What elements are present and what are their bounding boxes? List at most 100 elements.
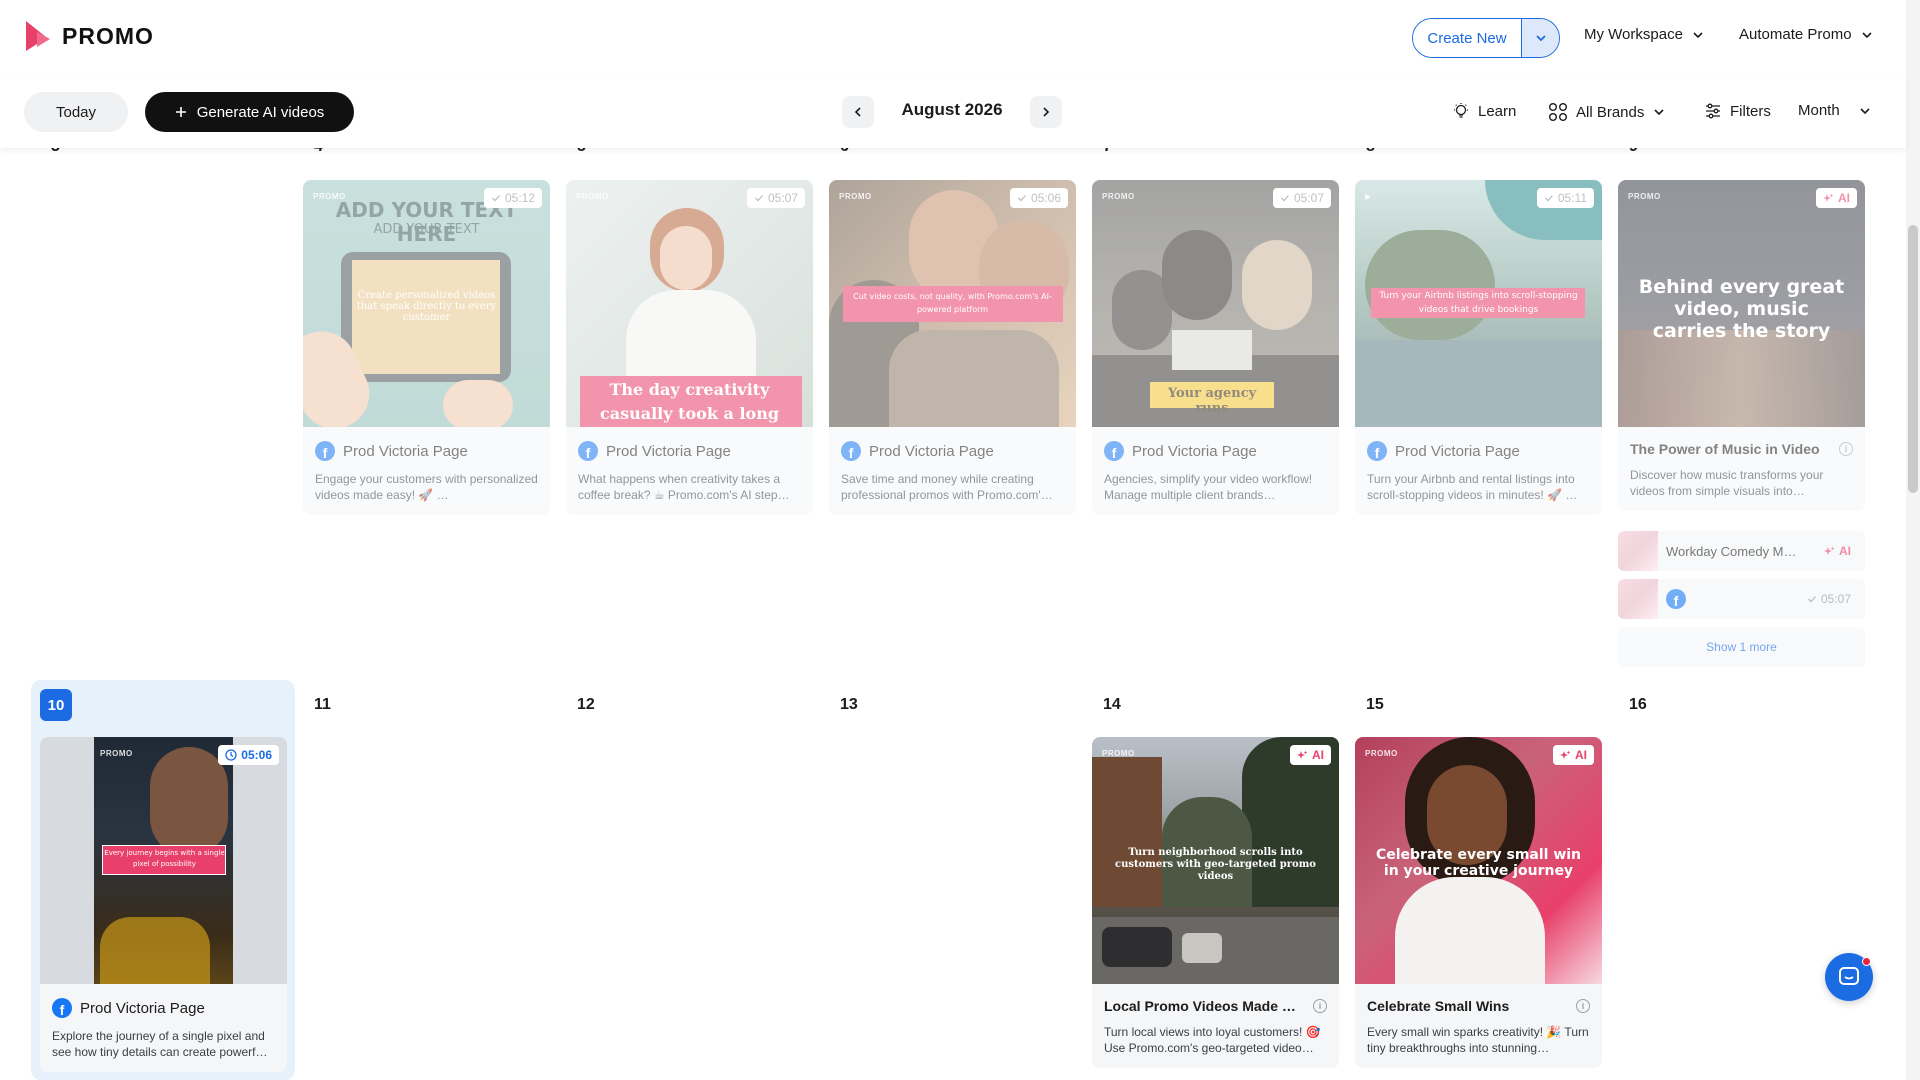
promo-watermark: ▶ [1365,192,1372,201]
previous-month-button[interactable] [842,96,874,128]
filters-label: Filters [1730,102,1771,120]
post-card[interactable]: The day creativity casually took a long … [566,180,813,515]
card-title-row: The Power of Music in Video i [1630,441,1853,457]
info-icon[interactable]: i [1313,999,1327,1013]
post-description: Every small win sparks creativity! 🎉 Tur… [1367,1025,1589,1055]
overlay-body: Your agency runs [1167,386,1257,416]
chat-icon [1839,967,1859,985]
top-bar: PROMO Create New My Workspace Automate P… [0,0,1920,76]
chevron-left-icon [854,107,861,117]
ai-label: AI [1838,191,1850,205]
card-title-row: Local Promo Videos Made … i [1104,998,1327,1014]
chat-launcher-button[interactable] [1825,953,1873,1001]
overlay-body: Celebrate every small win in your creati… [1375,847,1582,879]
mini-post-row[interactable]: Workday Comedy M… AI [1618,531,1865,571]
post-card[interactable]: Every journey begins with a single pixel… [40,737,287,1072]
video-thumbnail: Every journey begins with a single pixel… [40,737,287,984]
check-icon [1808,596,1816,603]
promo-logo[interactable]: PROMO [22,18,154,54]
mini-thumbnail [1618,579,1658,619]
filters-button[interactable]: Filters [1704,102,1771,120]
post-card[interactable]: Turn your Airbnb listings into scroll-st… [1355,180,1602,515]
page-name: Prod Victoria Page [869,442,994,460]
create-new-dropdown-button[interactable] [1521,19,1559,57]
promo-watermark: PROMO [313,192,346,201]
post-card[interactable]: Cut video costs, not quality, with Promo… [829,180,1076,515]
page-name: Prod Victoria Page [1395,442,1520,460]
duration-badge: 05:11 [1536,188,1594,208]
plus-icon [175,107,186,117]
post-card[interactable]: Your agency runs PROMO 05:07 f Prod Vict… [1092,180,1339,515]
generate-ai-videos-button[interactable]: Generate AI videos [145,92,354,132]
duration-badge: 05:07 [1807,592,1851,606]
show-more-button[interactable]: Show 1 more [1618,627,1865,667]
facebook-icon: f [1367,441,1387,461]
card-body: f Prod Victoria Page Explore the journey… [40,984,287,1072]
duration-text: 05:12 [504,191,535,205]
card-body: f Prod Victoria Page Agencies, simplify … [1092,427,1339,515]
overlay-body: Behind every great video, music carries … [1638,276,1845,342]
today-button[interactable]: Today [24,92,128,132]
post-card[interactable]: ADD YOUR TEXT HERE ADD YOUR TEXT Create … [303,180,550,515]
duration-badge: 05:12 [483,188,542,208]
facebook-icon: f [841,441,861,461]
calendar-app: PROMO Create New My Workspace Automate P… [0,0,1920,1080]
page-name: Prod Victoria Page [606,442,731,460]
mini-post-row[interactable]: f 05:07 [1618,579,1865,619]
chevron-down-icon [1861,31,1872,38]
info-icon[interactable]: i [1576,999,1590,1013]
overlay-body: Every journey begins with a single pixel… [104,849,225,868]
card-body: Celebrate Small Wins i Every small win s… [1355,984,1602,1068]
create-new-button[interactable]: Create New [1413,19,1521,57]
workspace-label: My Workspace [1584,26,1683,43]
ai-label: AI [1575,748,1587,762]
overlay-subline: ADD YOUR TEXT [373,222,480,237]
scrollbar-track[interactable] [1906,0,1920,1080]
promo-watermark: PROMO [576,192,609,201]
ai-badge: AI [1824,544,1851,558]
duration-text: 05:07 [767,191,798,205]
duration-badge: 05:07 [746,188,805,208]
check-icon [1544,195,1553,202]
info-icon[interactable]: i [1839,442,1853,456]
month-title: August 2026 [901,100,1003,119]
page-row: f Prod Victoria Page [578,441,801,461]
card-body: f Prod Victoria Page Engage your custome… [303,427,550,515]
workspace-menu[interactable]: My Workspace [1584,26,1705,43]
ai-badge: AI [1290,745,1331,765]
facebook-icon: f [315,441,335,461]
next-month-button[interactable] [1030,96,1062,128]
card-body: f Prod Victoria Page Save time and money… [829,427,1076,515]
card-body: The Power of Music in Video i Discover h… [1618,427,1865,511]
promo-logo-icon [26,21,50,51]
post-description: Turn local views into loyal customers! 🎯… [1104,1025,1321,1055]
overlay-body: The day creativity casually took a long … [599,380,780,423]
page-row: f Prod Victoria Page [315,441,538,461]
video-thumbnail: Behind every great video, music carries … [1618,180,1865,427]
view-mode-dropdown[interactable]: Month [1798,102,1872,119]
view-label: Month [1798,102,1840,119]
learn-button[interactable]: Learn [1452,102,1516,120]
brands-grid-icon [1549,103,1567,121]
video-thumbnail: The day creativity casually took a long … [566,180,813,427]
post-description: Explore the journey of a single pixel an… [52,1029,268,1059]
video-thumbnail: Your agency runs PROMO 05:07 [1092,180,1339,427]
card-body: Local Promo Videos Made … i Turn local v… [1092,984,1339,1068]
all-brands-dropdown[interactable]: All Brands [1548,102,1666,122]
filter-sliders-icon [1706,103,1720,119]
promo-watermark: PROMO [1102,749,1135,758]
sparkle-icon [1824,546,1835,555]
post-card[interactable]: Turn neighborhood scrolls into customers… [1092,737,1339,1068]
card-title-row: Celebrate Small Wins i [1367,998,1590,1014]
duration-badge: 05:07 [1272,188,1331,208]
chevron-down-icon [1535,35,1546,42]
sparkle-icon [1297,750,1308,759]
scrollbar-thumb[interactable] [1908,225,1918,493]
sparkle-icon [1560,750,1571,759]
post-card[interactable]: Celebrate every small win in your creati… [1355,737,1602,1068]
day-number: 16 [1629,696,1647,713]
post-card[interactable]: Behind every great video, music carries … [1618,180,1865,511]
check-icon [1281,195,1289,202]
automate-promo-menu[interactable]: Automate Promo [1739,26,1874,43]
duration-text: 05:06 [1030,191,1061,205]
